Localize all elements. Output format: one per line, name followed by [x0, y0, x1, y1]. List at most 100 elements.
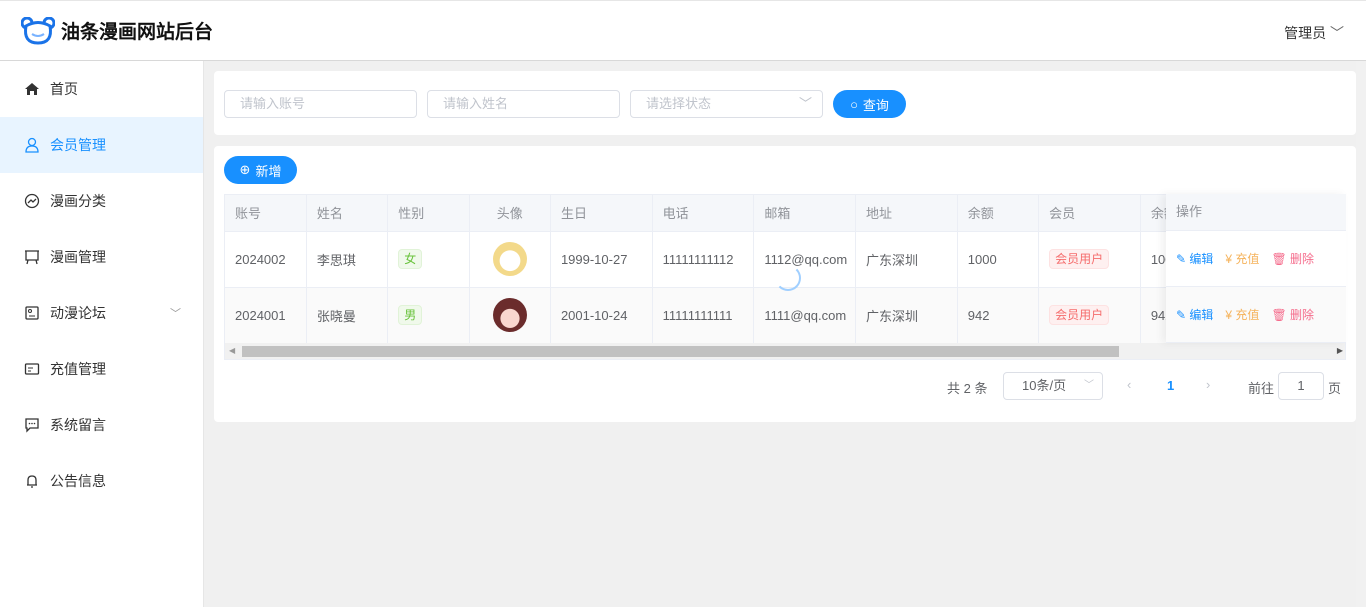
column-header[interactable]: 姓名 [306, 195, 389, 232]
delete-label: 删除 [1290, 308, 1315, 322]
cell-name: 李思琪 [306, 231, 389, 288]
avatar[interactable] [492, 298, 527, 332]
column-header[interactable]: 性别 [387, 195, 470, 232]
bell-icon [27, 475, 37, 488]
cell-birthday: 1999-10-27 [550, 231, 653, 288]
row-actions: ✎ 编辑 ¥ 充值 🗑 删除 [1166, 287, 1346, 343]
sidebar-item-categories[interactable]: 漫画分类 [0, 173, 203, 229]
row-actions: ✎ 编辑 ¥ 充值 🗑 删除 [1166, 231, 1346, 287]
recharge-button[interactable]: ¥ 充值 [1225, 306, 1259, 323]
chevron-down-icon: ﹀ [798, 96, 812, 111]
cell-balance: 1000 [957, 231, 1040, 288]
column-header[interactable]: 头像 [469, 195, 551, 232]
vertical-scrollbar[interactable] [1356, 61, 1366, 607]
sidebar-item-comics[interactable]: 漫画管理 [0, 229, 203, 285]
sidebar-item-label: 公告信息 [50, 473, 106, 489]
page-number-current[interactable]: 1 [1167, 378, 1174, 393]
sidebar-item-home[interactable]: 首页 [0, 61, 203, 117]
member-tag: 会员用户 [1049, 249, 1110, 269]
search-icon: ○ [850, 96, 858, 112]
goto-label: 前往 [1248, 381, 1275, 396]
column-header[interactable]: 电话 [652, 195, 755, 232]
actions-fixed-column: 操作 ✎ 编辑 ¥ 充值 🗑 删除 ✎ 编辑 ¥ 充值 🗑 删除 [1166, 194, 1346, 343]
delete-button[interactable]: 🗑 删除 [1271, 306, 1314, 323]
next-page-button[interactable]: › [1206, 377, 1210, 392]
sidebar-item-label: 漫画分类 [50, 193, 106, 209]
edit-button[interactable]: ✎ 编辑 [1176, 306, 1213, 323]
sidebar-item-notices[interactable]: 公告信息 [0, 453, 203, 509]
cell-phone: 11111111112 [652, 231, 755, 288]
sidebar-item-label: 首页 [50, 81, 78, 97]
card-icon [24, 363, 40, 375]
account-input[interactable]: 请输入账号 [224, 90, 417, 118]
query-label: 查询 [862, 97, 889, 113]
chevron-down-icon: ﹀ [1084, 380, 1094, 391]
sidebar: 首页 会员管理 漫画分类 漫画管理 动漫论坛 ﹀ 充值管理 系统留言 公告信息 [0, 61, 204, 607]
board-icon [25, 250, 39, 265]
forum-icon [25, 306, 39, 320]
column-header[interactable]: 邮箱 [753, 195, 857, 232]
gender-tag: 男 [398, 305, 423, 325]
sidebar-item-label: 会员管理 [50, 137, 106, 153]
prev-page-button[interactable]: ‹ [1127, 377, 1131, 392]
add-button[interactable]: ⊕ 新增 [224, 156, 297, 184]
sidebar-item-forum[interactable]: 动漫论坛 ﹀ [0, 285, 203, 341]
column-header[interactable]: 账号 [225, 195, 307, 232]
user-name: 管理员 [1284, 25, 1327, 41]
cell-address: 广东深圳 [855, 231, 958, 288]
column-header[interactable]: 生日 [550, 195, 653, 232]
user-menu[interactable]: 管理员 ﹀ [1284, 23, 1344, 43]
recharge-label: 充值 [1235, 252, 1260, 266]
search-panel: 请输入账号 请输入姓名 请选择状态 ﹀ ○ 查询 [214, 71, 1356, 135]
cell-address: 广东深圳 [855, 287, 958, 344]
member-tag: 会员用户 [1049, 305, 1110, 325]
cell-account: 2024001 [225, 287, 307, 344]
plus-circle-icon: ⊕ [239, 162, 251, 177]
delete-button[interactable]: 🗑 删除 [1271, 250, 1314, 267]
sidebar-item-label: 充值管理 [50, 361, 106, 377]
user-icon [25, 137, 39, 153]
sidebar-item-recharge[interactable]: 充值管理 [0, 341, 203, 397]
bear-logo-icon [21, 16, 55, 45]
scroll-right-icon[interactable]: ▶ [1337, 346, 1343, 355]
cell-birthday: 2001-10-24 [550, 287, 653, 344]
column-header[interactable]: 会员 [1038, 195, 1141, 232]
edit-button[interactable]: ✎ 编辑 [1176, 250, 1213, 267]
cell-email: 1112@qq.com [753, 231, 857, 288]
recharge-button[interactable]: ¥ 充值 [1225, 250, 1259, 267]
logo: 油条漫画网站后台 [21, 16, 214, 45]
sidebar-item-members[interactable]: 会员管理 [0, 117, 203, 173]
page-size-value: 10条/页 [1022, 378, 1067, 393]
edit-label: 编辑 [1189, 308, 1214, 322]
edit-label: 编辑 [1189, 252, 1214, 266]
scrollbar-thumb[interactable] [242, 346, 1119, 357]
query-button[interactable]: ○ 查询 [833, 90, 906, 118]
sidebar-item-messages[interactable]: 系统留言 [0, 397, 203, 453]
cell-gender: 女 [387, 231, 470, 288]
app-title: 油条漫画网站后台 [61, 22, 214, 43]
message-icon [25, 418, 39, 433]
cell-member: 会员用户 [1038, 231, 1141, 288]
scroll-left-icon[interactable]: ◀ [229, 346, 235, 355]
page-size-select[interactable]: 10条/页 ﹀ [1003, 372, 1103, 400]
cell-avatar [469, 287, 551, 344]
sidebar-item-label: 动漫论坛 [50, 305, 106, 321]
chart-icon [24, 193, 40, 209]
recharge-label: 充值 [1235, 308, 1260, 322]
cell-avatar [469, 231, 551, 288]
cell-member: 会员用户 [1038, 287, 1141, 344]
column-header[interactable]: 余额 [957, 195, 1040, 232]
delete-label: 删除 [1290, 252, 1315, 266]
goto-page-input[interactable]: 1 [1278, 372, 1324, 400]
pagination-total: 共 2 条 [947, 381, 988, 396]
cell-balance: 942 [957, 287, 1040, 344]
column-header[interactable]: 地址 [855, 195, 958, 232]
horizontal-scrollbar[interactable]: ◀ ▶ [225, 343, 1345, 359]
top-header: 油条漫画网站后台 管理员 ﹀ [0, 0, 1366, 61]
chevron-down-icon: ﹀ [1330, 25, 1344, 41]
chevron-down-icon: ﹀ [170, 308, 181, 320]
home-icon [25, 83, 39, 95]
avatar[interactable] [492, 242, 527, 276]
status-select[interactable]: 请选择状态 ﹀ [630, 90, 823, 118]
name-input[interactable]: 请输入姓名 [427, 90, 620, 118]
